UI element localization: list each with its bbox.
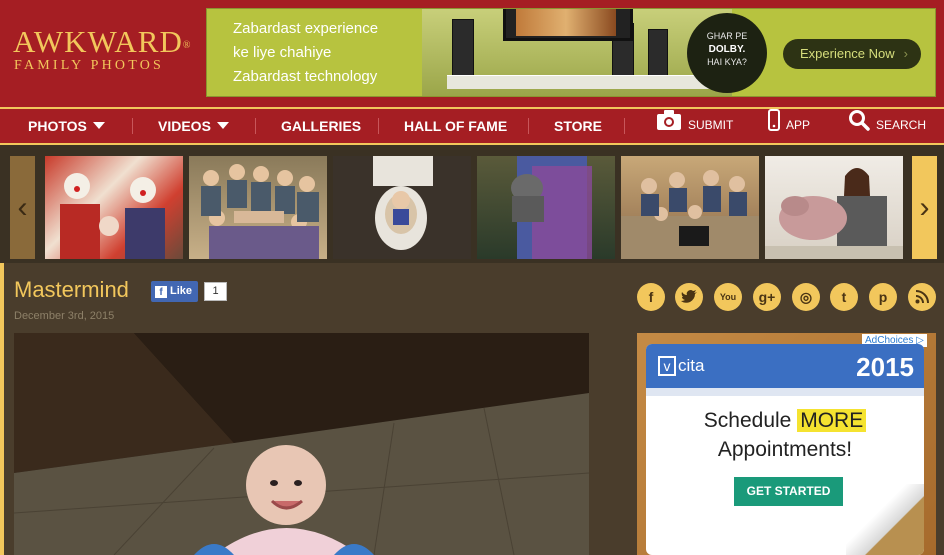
thumbnail-woman-pig[interactable] <box>765 156 903 259</box>
nav-label: SUBMIT <box>688 118 734 133</box>
banner-line: Zabardast technology <box>233 68 378 85</box>
nav-videos[interactable]: VIDEOS <box>158 109 229 143</box>
get-started-button[interactable]: GET STARTED <box>734 477 843 506</box>
like-count: 1 <box>204 282 227 301</box>
speaker-icon <box>452 19 474 79</box>
caret-down-icon <box>92 122 105 129</box>
family-hands-icon <box>201 164 319 259</box>
site-logo[interactable]: AWKWARD® FAMILY PHOTOS <box>13 26 198 78</box>
banner-shelf <box>447 75 717 89</box>
nav-label: VIDEOS <box>158 118 211 134</box>
nav-hall-of-fame[interactable]: HALL OF FAME <box>404 109 507 143</box>
ad-headline-highlight: MORE <box>797 409 867 432</box>
badge-bottom-text: HAI KYA? <box>707 57 747 67</box>
top-banner-ad[interactable]: Zabardast experience ke liye chahiye Zab… <box>206 8 936 97</box>
dolby-badge: GHAR PE DOLBY. HAI KYA? <box>687 13 767 93</box>
facebook-icon[interactable]: f <box>637 283 665 311</box>
nav-label: PHOTOS <box>28 118 87 134</box>
ad-brand: v cita <box>658 356 704 376</box>
nav-divider <box>255 118 256 134</box>
nav-store[interactable]: STORE <box>554 109 602 143</box>
page-curl-decoration <box>846 484 924 555</box>
like-label: Like <box>170 285 193 297</box>
baby-toilet-icon <box>333 156 471 259</box>
baby-photo-icon <box>14 333 589 555</box>
site-header: AWKWARD® FAMILY PHOTOS Zabardast experie… <box>0 0 944 107</box>
caret-down-icon <box>216 122 229 129</box>
dolby-logo: DOLBY. <box>708 44 746 55</box>
badge-top-text: GHAR PE <box>706 31 748 41</box>
ad-divider <box>646 388 924 396</box>
logo-registered-mark: ® <box>182 40 192 51</box>
nav-galleries[interactable]: GALLERIES <box>281 109 361 143</box>
thumbnail-family-hands[interactable] <box>189 156 327 259</box>
nav-label: APP <box>786 118 811 133</box>
post-title: Mastermind <box>14 277 129 302</box>
post-date: December 3rd, 2015 <box>14 310 115 322</box>
photo-carousel: ‹ › <box>0 145 944 263</box>
thumbnail-family-couch[interactable] <box>621 156 759 259</box>
ad-card[interactable]: v cita 2015 Schedule MORE Appointments! G… <box>646 344 924 555</box>
twitter-icon[interactable] <box>675 283 703 311</box>
facebook-icon: f <box>155 286 167 298</box>
nav-divider <box>624 118 625 134</box>
phone-icon <box>768 109 780 143</box>
logo-title: AWKWARD <box>13 24 183 59</box>
thumbnail-woman-cat[interactable] <box>477 156 615 259</box>
banner-line: ke liye chahiye <box>233 44 332 61</box>
nav-app[interactable]: APP <box>768 109 810 143</box>
woman-cat-icon <box>511 156 592 259</box>
facebook-like-button[interactable]: f Like <box>151 281 198 302</box>
instagram-icon[interactable]: ◎ <box>792 283 820 311</box>
thumbnail-baby-toilet[interactable] <box>333 156 471 259</box>
tv-image <box>503 9 633 41</box>
nav-divider <box>378 118 379 134</box>
clowns-icon <box>60 173 165 259</box>
camera-icon <box>656 109 682 143</box>
banner-line: Zabardast experience <box>233 20 379 37</box>
ad-brand-label: cita <box>678 356 705 375</box>
rss-icon[interactable] <box>908 283 936 311</box>
thumbnail-clowns[interactable] <box>45 156 183 259</box>
nav-divider <box>528 118 529 134</box>
nav-divider <box>132 118 133 134</box>
nav-label: SEARCH <box>876 118 927 133</box>
main-nav: PHOTOS VIDEOS GALLERIES HALL OF FAME STO… <box>0 107 944 145</box>
ad-year: 2015 <box>856 352 914 382</box>
banner-text: Zabardast experience ke liye chahiye Zab… <box>233 17 378 89</box>
vcita-logo-icon: v <box>658 356 676 376</box>
family-couch-icon <box>621 170 759 259</box>
pinterest-icon[interactable]: p <box>869 283 897 311</box>
button-label: Experience Now <box>800 46 895 61</box>
nav-search[interactable]: SEARCH <box>848 109 926 143</box>
tumblr-icon[interactable]: t <box>830 283 858 311</box>
chevron-right-icon: › <box>903 46 908 61</box>
ad-headline: Schedule MORE Appointments! <box>646 406 924 464</box>
youtube-icon[interactable]: You <box>714 283 742 311</box>
nav-photos[interactable]: PHOTOS <box>28 109 105 143</box>
ad-header: v cita 2015 <box>646 344 924 388</box>
nav-submit[interactable]: SUBMIT <box>656 109 733 143</box>
carousel-prev-button[interactable]: ‹ <box>10 156 35 259</box>
googleplus-icon[interactable]: g+ <box>753 283 781 311</box>
ad-headline-line2: Appointments! <box>717 438 853 461</box>
post-photo[interactable] <box>14 333 589 555</box>
experience-now-button[interactable]: Experience Now › <box>783 39 921 69</box>
logo-subtitle: FAMILY PHOTOS <box>14 58 165 73</box>
carousel-next-button[interactable]: › <box>912 156 937 259</box>
woman-pig-icon <box>765 168 903 259</box>
search-icon <box>848 109 870 143</box>
ad-headline-prefix: Schedule <box>703 409 798 432</box>
speaker-icon <box>648 29 668 81</box>
